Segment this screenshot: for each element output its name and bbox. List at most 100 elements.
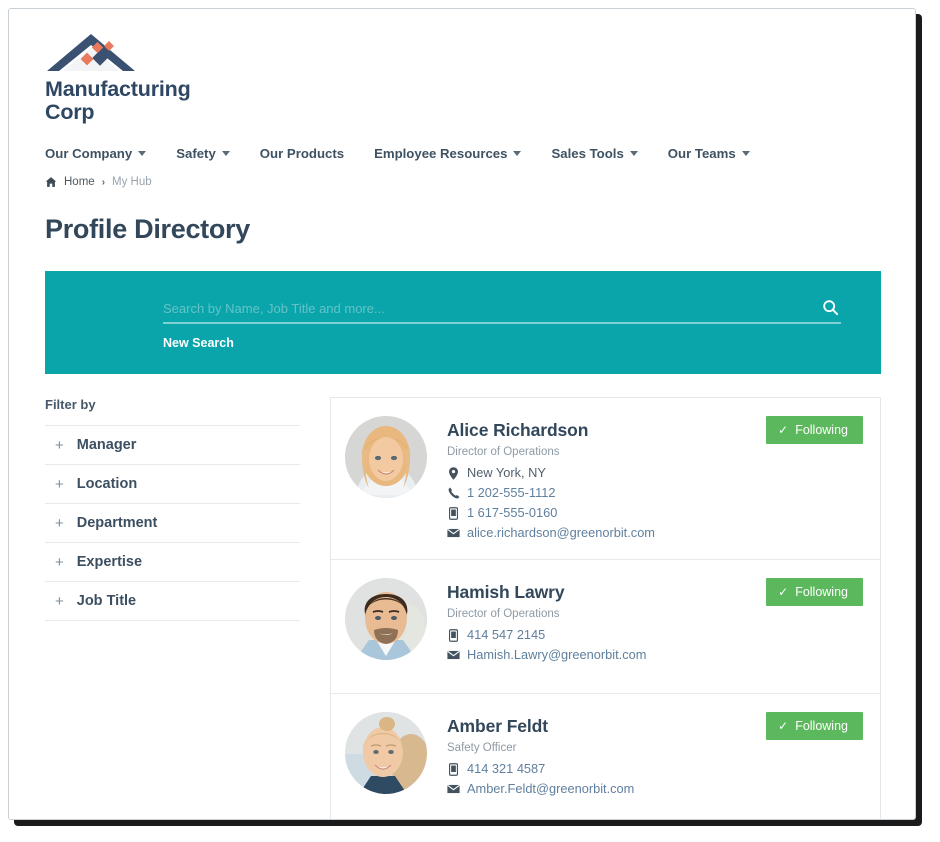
nav-label: Our Products [259, 146, 345, 162]
profile-location: New York, NY [447, 463, 655, 483]
home-icon[interactable] [45, 176, 57, 188]
profile-mobile[interactable]: 414 321 4587 [447, 759, 634, 779]
breadcrumb-separator-icon: › [101, 176, 106, 188]
profile-email-text: alice.richardson@greenorbit.com [467, 525, 655, 541]
profile-email[interactable]: Amber.Feldt@greenorbit.com [447, 779, 634, 799]
following-button-label: Following [795, 719, 848, 734]
avatar-photo-amber [345, 712, 427, 795]
avatar [345, 712, 427, 795]
envelope-icon [447, 784, 460, 794]
profile-phone-text: 1 202-555-1112 [467, 485, 556, 501]
chevron-down-icon [741, 151, 750, 157]
nav-label: Employee Resources [374, 146, 508, 162]
profile-row[interactable]: Hamish Lawry Director of Operations 414 … [331, 560, 880, 695]
filter-heading: Filter by [45, 397, 96, 413]
avatar [345, 416, 427, 499]
nav-label: Sales Tools [551, 146, 624, 162]
following-button[interactable]: ✓ Following [766, 578, 863, 607]
filter-item-manager[interactable]: + Manager [45, 425, 300, 464]
search-row [163, 299, 841, 325]
check-icon: ✓ [778, 585, 789, 600]
filter-label: Manager [76, 437, 137, 454]
filter-label: Department [76, 515, 158, 532]
filter-item-job-title[interactable]: + Job Title [45, 581, 300, 622]
nav-item-our-company[interactable]: Our Company [45, 146, 147, 161]
filter-item-expertise[interactable]: + Expertise [45, 542, 300, 581]
nav-label: Safety [176, 146, 216, 162]
breadcrumb-home[interactable]: Home [64, 176, 95, 188]
plus-icon: + [55, 514, 64, 532]
profile-email[interactable]: Hamish.Lawry@greenorbit.com [447, 645, 646, 665]
content-columns: Filter by + Manager + Location + Departm… [45, 397, 881, 819]
profile-job-title: Director of Operations [447, 608, 560, 621]
following-button[interactable]: ✓ Following [766, 712, 863, 741]
following-button[interactable]: ✓ Following [766, 416, 863, 445]
nav-item-our-teams[interactable]: Our Teams [668, 146, 750, 161]
mobile-phone-icon [447, 507, 460, 520]
avatar-photo-alice [345, 416, 427, 499]
main-navigation: Our Company Safety Our Products Employee… [45, 146, 881, 161]
profile-results: Alice Richardson Director of Operations … [330, 397, 881, 819]
browser-page: Manufacturing Corp Our Company Safety Ou… [8, 8, 916, 820]
filter-label: Location [76, 476, 138, 493]
profile-email-text: Amber.Feldt@greenorbit.com [467, 781, 635, 797]
profile-phone[interactable]: 1 202-555-1112 [447, 483, 655, 503]
profile-mobile[interactable]: 414 547 2145 [447, 625, 646, 645]
profile-mobile-text: 414 547 2145 [467, 627, 546, 643]
filter-item-department[interactable]: + Department [45, 503, 300, 542]
nav-item-sales-tools[interactable]: Sales Tools [551, 146, 638, 162]
search-banner: New Search [45, 271, 881, 375]
check-icon: ✓ [778, 423, 789, 438]
nav-item-safety[interactable]: Safety [176, 146, 230, 161]
search-input[interactable] [163, 301, 820, 317]
plus-icon: + [55, 592, 64, 610]
profile-info: Alice Richardson Director of Operations … [447, 414, 655, 543]
following-button-label: Following [795, 585, 848, 600]
profile-email-text: Hamish.Lawry@greenorbit.com [467, 647, 647, 663]
filter-sidebar: Filter by + Manager + Location + Departm… [45, 397, 300, 819]
profile-mobile-text: 1 617-555-0160 [467, 505, 558, 521]
profile-name[interactable]: Hamish Lawry [447, 582, 646, 603]
breadcrumb-current: My Hub [112, 176, 152, 189]
profile-location-text: New York, NY [467, 465, 546, 481]
profile-email[interactable]: alice.richardson@greenorbit.com [447, 523, 655, 543]
logo-text: Manufacturing Corp [45, 77, 881, 125]
new-search-link[interactable]: New Search [163, 336, 234, 350]
nav-item-our-products[interactable]: Our Products [260, 146, 344, 161]
plus-icon: + [55, 553, 64, 571]
chevron-down-icon [629, 151, 638, 157]
filter-label: Job Title [76, 593, 137, 610]
profile-job-title: Director of Operations [447, 446, 560, 459]
search-icon [823, 300, 839, 316]
avatar-photo-hamish [345, 578, 427, 661]
profile-job-title: Safety Officer [447, 742, 517, 755]
avatar [345, 578, 427, 661]
profile-info: Amber Feldt Safety Officer 414 321 4587 [447, 710, 634, 799]
logo-text-line1: Manufacturing [45, 77, 191, 101]
nav-label: Our Teams [667, 146, 736, 162]
check-icon: ✓ [778, 719, 789, 734]
filter-item-location[interactable]: + Location [45, 464, 300, 503]
breadcrumb: Home › My Hub [45, 176, 881, 188]
profile-mobile-text: 414 321 4587 [467, 761, 546, 777]
screenshot-root: Manufacturing Corp Our Company Safety Ou… [0, 0, 940, 842]
site-logo[interactable]: Manufacturing Corp [45, 9, 881, 124]
envelope-icon [447, 650, 460, 660]
chevron-down-icon [221, 151, 230, 157]
profile-row[interactable]: Amber Feldt Safety Officer 414 321 4587 [331, 694, 880, 819]
profile-name[interactable]: Alice Richardson [447, 420, 655, 441]
profile-mobile[interactable]: 1 617-555-0160 [447, 503, 655, 523]
profile-name[interactable]: Amber Feldt [447, 716, 634, 737]
logo-text-line2: Corp [45, 100, 95, 125]
search-button[interactable] [820, 299, 841, 316]
nav-item-employee-resources[interactable]: Employee Resources [374, 146, 522, 162]
plus-icon: + [55, 436, 64, 454]
profile-list: Alice Richardson Director of Operations … [330, 397, 881, 819]
filter-label: Expertise [76, 554, 143, 571]
profile-row[interactable]: Alice Richardson Director of Operations … [331, 398, 880, 561]
mobile-phone-icon [447, 763, 460, 776]
chevron-down-icon [513, 151, 522, 157]
page-title: Profile Directory [45, 214, 250, 245]
plus-icon: + [55, 475, 64, 493]
envelope-icon [447, 528, 460, 538]
